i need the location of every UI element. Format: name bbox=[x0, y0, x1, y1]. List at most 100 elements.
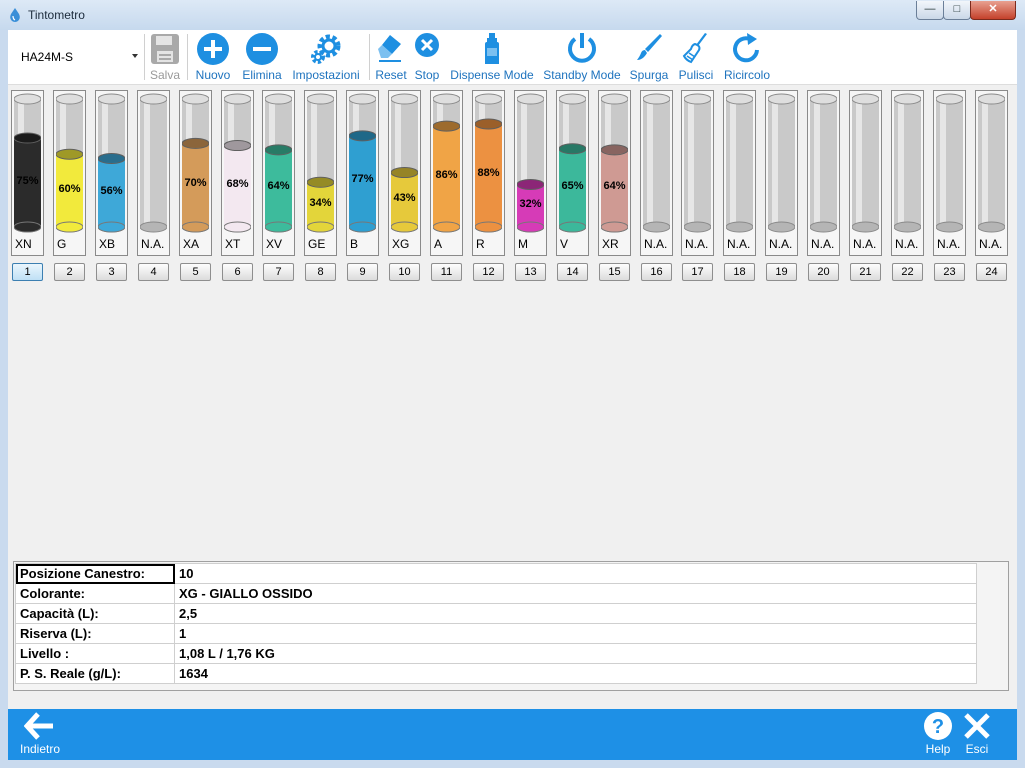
canister-tube-22[interactable]: N.A. bbox=[891, 90, 924, 256]
canister-select-button-1[interactable]: 1 bbox=[12, 263, 43, 281]
canister-code-label: B bbox=[350, 237, 359, 251]
dispense-mode-button[interactable]: Dispense Mode bbox=[449, 32, 535, 82]
exit-button[interactable]: Esci bbox=[960, 711, 994, 759]
canister-tube-13[interactable]: 32% M bbox=[514, 90, 547, 256]
info-value-cell[interactable]: XG - GIALLO OSSIDO bbox=[174, 583, 977, 604]
canister-select-button-13[interactable]: 13 bbox=[515, 263, 546, 281]
save-button[interactable]: Salva bbox=[146, 32, 184, 82]
maximize-button[interactable]: □ bbox=[943, 1, 971, 20]
canister-tube-7[interactable]: 64% XV bbox=[262, 90, 295, 256]
standby-mode-button[interactable]: Standby Mode bbox=[541, 32, 623, 82]
info-key-cell[interactable]: Livello : bbox=[15, 643, 175, 664]
canister-cylinder bbox=[684, 93, 711, 233]
back-button[interactable]: Indietro bbox=[16, 711, 64, 759]
reset-button-label: Reset bbox=[375, 68, 407, 82]
canister-select-button-8[interactable]: 8 bbox=[305, 263, 336, 281]
canister-tube-3[interactable]: 56% XB bbox=[95, 90, 128, 256]
canister-select-button-6[interactable]: 6 bbox=[222, 263, 253, 281]
info-key-cell[interactable]: Capacità (L): bbox=[15, 603, 175, 624]
canister-tube-2[interactable]: 60% G bbox=[53, 90, 86, 256]
canister-tube-19[interactable]: N.A. bbox=[765, 90, 798, 256]
canister-select-button-4[interactable]: 4 bbox=[138, 263, 169, 281]
canister-select-button-24[interactable]: 24 bbox=[976, 263, 1007, 281]
canister-tube-4[interactable]: N.A. bbox=[137, 90, 170, 256]
canister-select-button-3[interactable]: 3 bbox=[96, 263, 127, 281]
info-key-cell[interactable]: Posizione Canestro: bbox=[15, 563, 175, 584]
delete-button[interactable]: Elimina bbox=[240, 32, 284, 82]
canister-tube-23[interactable]: N.A. bbox=[933, 90, 966, 256]
canister-code-label: G bbox=[57, 237, 67, 251]
canister-tube-14[interactable]: 65% V bbox=[556, 90, 589, 256]
clean-button[interactable]: Pulisci bbox=[676, 32, 716, 82]
info-value-cell[interactable]: 1 bbox=[174, 623, 977, 644]
stop-button[interactable]: Stop bbox=[411, 32, 443, 82]
canister-select-button-16[interactable]: 16 bbox=[641, 263, 672, 281]
canister-tube-1[interactable]: 75% XN bbox=[11, 90, 44, 256]
canister-level-label: 86% bbox=[435, 169, 458, 181]
canister-tube-20[interactable]: N.A. bbox=[807, 90, 840, 256]
toolbar-separator bbox=[144, 34, 145, 80]
canister-tube-18[interactable]: N.A. bbox=[723, 90, 756, 256]
canister-tube-11[interactable]: 86% A bbox=[430, 90, 463, 256]
canister-select-button-10[interactable]: 10 bbox=[389, 263, 420, 281]
canister-select-button-2[interactable]: 2 bbox=[54, 263, 85, 281]
info-key-cell[interactable]: P. S. Reale (g/L): bbox=[15, 663, 175, 684]
close-window-button[interactable]: ✕ bbox=[970, 1, 1016, 20]
canister-cylinder bbox=[643, 93, 670, 233]
canister-level-label: 88% bbox=[477, 167, 500, 179]
canister-tube-12[interactable]: 88% R bbox=[472, 90, 505, 256]
reset-button[interactable]: Reset bbox=[374, 32, 408, 82]
dispense-mode-label: Dispense Mode bbox=[450, 68, 534, 82]
info-value-cell[interactable]: 10 bbox=[174, 563, 977, 584]
canister-select-button-18[interactable]: 18 bbox=[724, 263, 755, 281]
info-value-cell[interactable]: 1634 bbox=[174, 663, 977, 684]
info-value-cell[interactable]: 2,5 bbox=[174, 603, 977, 624]
power-icon bbox=[568, 33, 596, 63]
clean-button-label: Pulisci bbox=[678, 68, 714, 82]
canister-select-button-12[interactable]: 12 bbox=[473, 263, 504, 281]
device-select[interactable]: HA24M-S bbox=[14, 46, 140, 66]
help-button[interactable]: ? Help bbox=[920, 711, 956, 759]
canister-code-label: N.A. bbox=[727, 237, 751, 251]
stop-button-label: Stop bbox=[414, 68, 440, 82]
canister-tube-16[interactable]: N.A. bbox=[640, 90, 673, 256]
canister-tube-15[interactable]: 64% XR bbox=[598, 90, 631, 256]
canister-select-button-7[interactable]: 7 bbox=[263, 263, 294, 281]
purge-button[interactable]: Spurga bbox=[629, 32, 669, 82]
canister-select-button-15[interactable]: 15 bbox=[599, 263, 630, 281]
canister-tube-21[interactable]: N.A. bbox=[849, 90, 882, 256]
info-row: Capacità (L): 2,5 bbox=[15, 603, 977, 624]
canister-select-button-20[interactable]: 20 bbox=[808, 263, 839, 281]
canister-cylinder bbox=[98, 93, 125, 233]
canister-select-button-11[interactable]: 11 bbox=[431, 263, 462, 281]
canister-level-label: 77% bbox=[351, 173, 374, 185]
canister-tube-5[interactable]: 70% XA bbox=[179, 90, 212, 256]
canister-tube-8[interactable]: 34% GE bbox=[304, 90, 337, 256]
eraser-icon bbox=[378, 35, 401, 62]
canister-select-button-9[interactable]: 9 bbox=[347, 263, 378, 281]
canister-select-button-14[interactable]: 14 bbox=[557, 263, 588, 281]
canister-tube-24[interactable]: N.A. bbox=[975, 90, 1008, 256]
canister-tube-17[interactable]: N.A. bbox=[681, 90, 714, 256]
info-value-cell[interactable]: 1,08 L / 1,76 KG bbox=[174, 643, 977, 664]
canister-rack: 75% XN 1 60% G 2 56% XB 3 N.A. 4 70% XA 5 68% XT 6 64% XV 7… bbox=[8, 85, 1017, 550]
canister-level-label: 32% bbox=[519, 198, 542, 210]
settings-button[interactable]: Impostazioni bbox=[290, 32, 362, 82]
canister-select-button-19[interactable]: 19 bbox=[766, 263, 797, 281]
bottom-bar: Indietro ? Help Esci bbox=[8, 709, 1017, 760]
canister-select-button-17[interactable]: 17 bbox=[682, 263, 713, 281]
minimize-button[interactable]: — bbox=[916, 1, 944, 20]
canister-tube-10[interactable]: 43% XG bbox=[388, 90, 421, 256]
canister-tube-9[interactable]: 77% B bbox=[346, 90, 379, 256]
canister-select-button-21[interactable]: 21 bbox=[850, 263, 881, 281]
info-key-cell[interactable]: Riserva (L): bbox=[15, 623, 175, 644]
new-button[interactable]: Nuovo bbox=[192, 32, 234, 82]
canister-select-button-5[interactable]: 5 bbox=[180, 263, 211, 281]
canister-select-button-22[interactable]: 22 bbox=[892, 263, 923, 281]
canister-tube-6[interactable]: 68% XT bbox=[221, 90, 254, 256]
canister-select-button-23[interactable]: 23 bbox=[934, 263, 965, 281]
canister-cylinder bbox=[601, 93, 628, 233]
canister-level-label: 43% bbox=[393, 192, 416, 204]
info-key-cell[interactable]: Colorante: bbox=[15, 583, 175, 604]
recirculate-button[interactable]: Ricircolo bbox=[722, 32, 772, 82]
